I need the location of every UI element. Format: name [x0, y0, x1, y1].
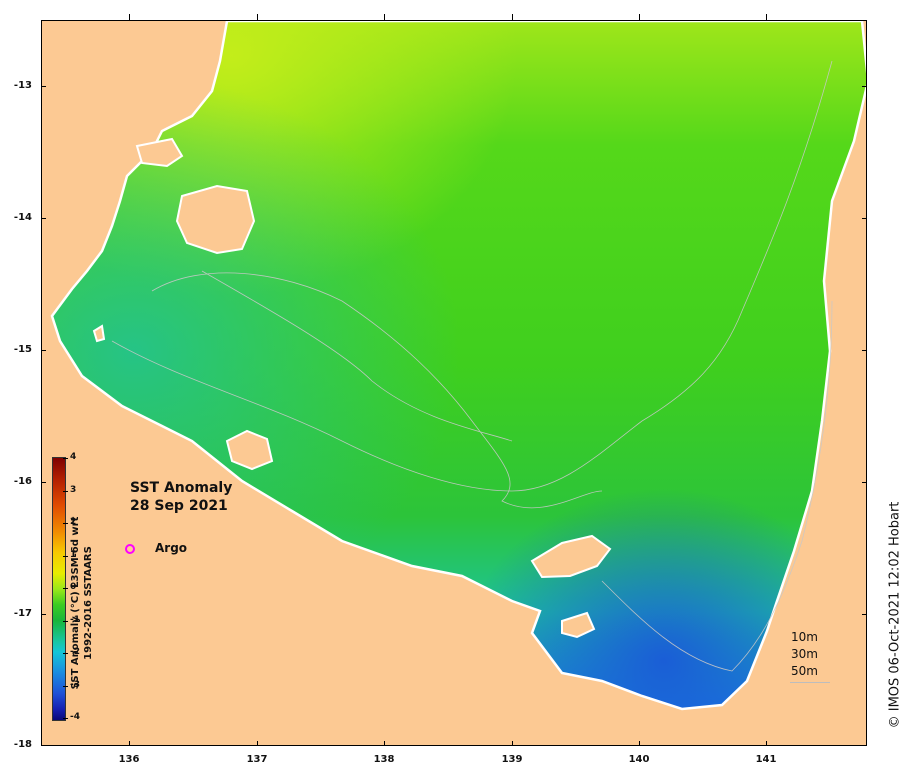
- argo-legend-label: Argo: [155, 541, 188, 555]
- gulf-water: [50, 21, 866, 711]
- x-tick-label: 137: [246, 754, 268, 765]
- x-tick-label: 139: [501, 754, 523, 765]
- x-tick-label: 136: [118, 754, 140, 765]
- map-title-date: 28 Sep 2021: [130, 498, 228, 514]
- y-tick-label: -16: [13, 476, 32, 487]
- y-tick-label: -18: [13, 739, 32, 750]
- y-tick-label: -13: [13, 80, 32, 91]
- x-tick-label: 138: [373, 754, 395, 765]
- map-panel: [41, 20, 867, 746]
- credit-text: © IMOS 06-Oct-2021 12:02 Hobart: [887, 501, 903, 729]
- colorbar-tick-label: 4: [70, 452, 77, 462]
- x-tick-label: 141: [755, 754, 777, 765]
- colorbar: [52, 457, 66, 721]
- argo-circle-icon: [125, 544, 135, 554]
- y-tick-label: -15: [13, 344, 32, 355]
- depth-label: 10m: [791, 630, 818, 644]
- y-tick-label: -17: [13, 608, 32, 619]
- y-tick-label: -14: [13, 212, 32, 223]
- groote-eylandt-island: [175, 184, 256, 255]
- colorbar-tick-label: -4: [70, 712, 80, 722]
- x-tick-label: 140: [628, 754, 650, 765]
- colorbar-tick-label: 3: [70, 485, 77, 495]
- depth-label: 50m: [791, 664, 818, 678]
- sst-anomaly-map: [50, 21, 866, 711]
- colorbar-title: SST Anomaly (°C) L3SM-6d wrt 1992-2016 S…: [70, 516, 94, 690]
- depth-contour-line: [790, 682, 830, 683]
- depth-label: 30m: [791, 647, 818, 661]
- map-title-line1: SST Anomaly: [130, 480, 233, 496]
- map-title: SST Anomaly 28 Sep 2021: [130, 479, 232, 515]
